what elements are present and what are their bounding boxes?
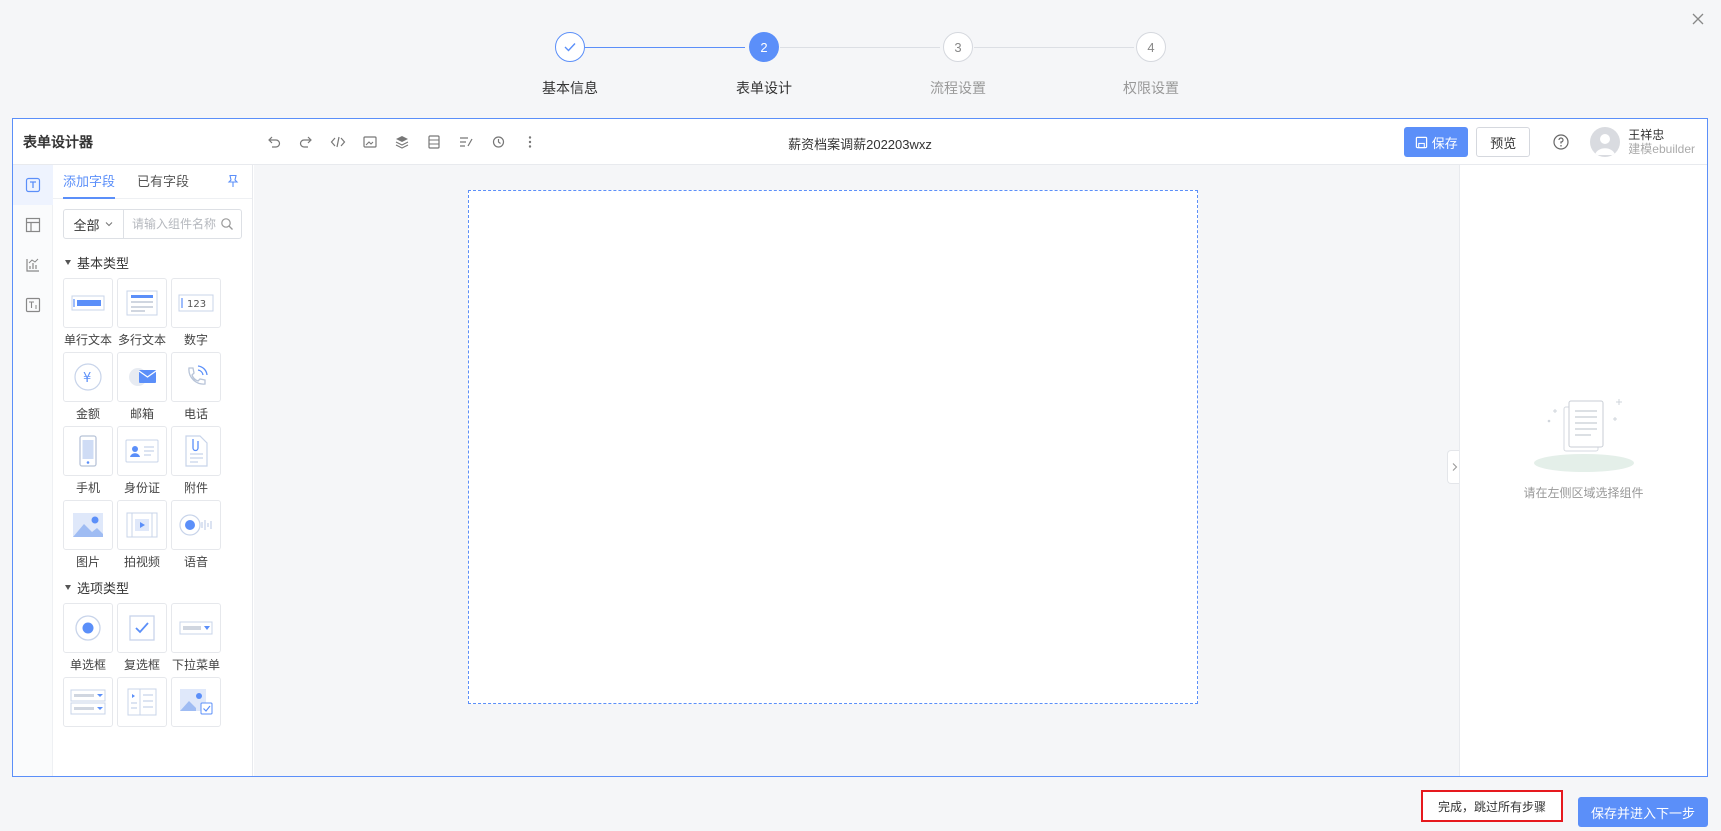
step-label: 流程设置 (930, 80, 986, 96)
database-icon[interactable] (425, 133, 443, 151)
component-phone[interactable]: 电话 (171, 352, 221, 422)
component-multi-line-text[interactable]: 多行文本 (117, 278, 167, 348)
property-panel: 请在左侧区域选择组件 (1459, 165, 1707, 776)
user-info[interactable]: 王祥忠 建模ebuilder (1628, 128, 1695, 156)
history-icon[interactable] (489, 133, 507, 151)
field-type-filter[interactable]: 全部 (64, 210, 124, 238)
step-permissions[interactable]: 4 权限设置 (1081, 32, 1221, 98)
layout-icon[interactable] (13, 205, 53, 245)
text-fields-icon[interactable] (13, 165, 53, 205)
search-icon[interactable] (219, 217, 235, 231)
redo-icon[interactable] (297, 133, 315, 151)
step-number: 4 (1136, 32, 1166, 62)
pin-icon[interactable] (226, 174, 240, 191)
component-email[interactable]: 邮箱 (117, 352, 167, 422)
group-title: 选项类型 (77, 581, 130, 596)
finish-skip-all-button[interactable]: 完成，跳过所有步骤 (1421, 790, 1563, 822)
filter-value: 全部 (73, 217, 100, 233)
chevron-down-icon (105, 222, 112, 227)
empty-state: 请在左侧区域选择组件 (1460, 395, 1707, 501)
preview-button[interactable]: 预览 (1476, 127, 1531, 157)
more-vertical-icon[interactable] (521, 133, 539, 151)
component-multi-dropdown[interactable] (63, 677, 113, 747)
save-button[interactable]: 保存 (1404, 127, 1469, 157)
save-button-label: 保存 (1431, 135, 1458, 151)
text-block-icon[interactable] (13, 285, 53, 325)
form-designer: 表单设计器 薪资档案调薪202203wxz 保存 预览 王祥忠 建模ebuild… (12, 118, 1708, 777)
component-dropdown[interactable]: 下拉菜单 (171, 603, 221, 673)
image-settings-icon[interactable] (361, 133, 379, 151)
component-attachment[interactable]: 附件 (171, 426, 221, 496)
canvas-area (254, 165, 1461, 776)
search-input[interactable] (124, 210, 219, 238)
step-number: 3 (943, 32, 973, 62)
chart-icon[interactable] (13, 245, 53, 285)
group-options[interactable]: 选项类型 (65, 578, 252, 597)
designer-title: 表单设计器 (23, 133, 93, 150)
step-workflow[interactable]: 3 流程设置 (888, 32, 1028, 98)
component-number[interactable]: 123 数字 (171, 278, 221, 348)
edit-list-icon[interactable] (457, 133, 475, 151)
avatar[interactable] (1590, 127, 1621, 157)
close-icon[interactable] (1689, 10, 1707, 28)
field-panel: 添加字段 已有字段 全部 基本类型 单行文本 多行文本 123数字 ¥金额 邮箱… (53, 165, 253, 776)
user-name: 王祥忠 (1628, 128, 1665, 142)
step-label: 基本信息 (542, 80, 598, 96)
field-search: 全部 (63, 209, 242, 239)
group-title: 基本类型 (77, 256, 130, 271)
svg-text:¥: ¥ (83, 371, 91, 386)
step-label: 权限设置 (1123, 80, 1179, 96)
component-voice[interactable]: 语音 (171, 500, 221, 570)
save-and-next-button[interactable]: 保存并进入下一步 (1578, 797, 1708, 827)
component-rail (13, 165, 53, 776)
step-number: 2 (749, 32, 779, 62)
empty-state-text: 请在左侧区域选择组件 (1523, 486, 1644, 500)
svg-text:123: 123 (187, 299, 206, 310)
component-image-select[interactable] (171, 677, 221, 747)
step-basic-info[interactable]: 基本信息 (500, 32, 640, 98)
designer-toolbar: 表单设计器 薪资档案调薪202203wxz 保存 预览 王祥忠 建模ebuild… (13, 119, 1707, 165)
undo-icon[interactable] (265, 133, 283, 151)
step-label: 表单设计 (736, 80, 792, 96)
layers-icon[interactable] (393, 133, 411, 151)
help-icon[interactable] (1552, 133, 1570, 151)
component-mobile[interactable]: 手机 (63, 426, 113, 496)
tab-existing-fields[interactable]: 已有字段 (137, 165, 189, 199)
step-form-design[interactable]: 2 表单设计 (694, 32, 834, 98)
stepper: 基本信息 2 表单设计 3 流程设置 4 权限设置 (0, 32, 1721, 102)
tab-add-field[interactable]: 添加字段 (63, 165, 116, 199)
component-image[interactable]: 图片 (63, 500, 113, 570)
component-checkbox[interactable]: 复选框 (117, 603, 167, 673)
group-basic[interactable]: 基本类型 (65, 253, 252, 272)
component-cascade-select[interactable] (117, 677, 167, 747)
code-icon[interactable] (329, 133, 347, 151)
component-single-line-text[interactable]: 单行文本 (63, 278, 113, 348)
save-icon (1415, 136, 1427, 148)
component-video[interactable]: 拍视频 (117, 500, 167, 570)
form-drop-zone[interactable] (468, 190, 1198, 704)
component-id-card[interactable]: 身份证 (117, 426, 167, 496)
component-radio[interactable]: 单选框 (63, 603, 113, 673)
step-check-icon (555, 32, 585, 62)
empty-document-icon (1533, 399, 1634, 472)
chevron-right-icon (1452, 463, 1457, 471)
user-role: 建模ebuilder (1628, 142, 1695, 156)
component-amount[interactable]: ¥ 金额 (63, 352, 113, 422)
